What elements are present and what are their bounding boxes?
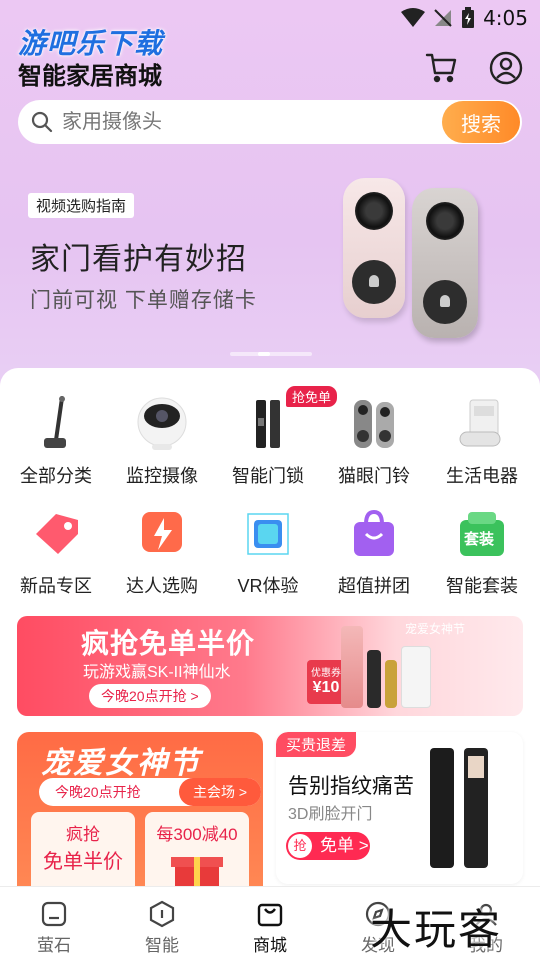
- category-label: 猫眼门铃: [338, 466, 410, 486]
- banner-title: 家门看护有妙招: [30, 243, 247, 276]
- category-label: 智能门锁: [232, 466, 304, 486]
- category-label: 达人选购: [126, 576, 198, 596]
- coupon-value: ¥10: [312, 679, 340, 696]
- vacuum-icon: [26, 394, 86, 454]
- shop-bag-icon: [257, 903, 283, 927]
- grab-badge: 抢: [288, 834, 312, 858]
- category-cameras[interactable]: 监控摄像: [110, 394, 214, 488]
- cart-icon: [425, 53, 457, 83]
- face-unlock-card[interactable]: 买贵退差 告别指纹痛苦 3D刷脸开门 抢 免单 >: [276, 732, 523, 884]
- banner-tag: 视频选购指南: [28, 193, 135, 218]
- cart-button[interactable]: [424, 50, 458, 84]
- search-icon: [31, 111, 53, 133]
- face-unlock-subtitle: 3D刷脸开门: [288, 806, 373, 823]
- goddess-festival-title: 宠爱女神节: [41, 747, 201, 780]
- category-appliances[interactable]: 生活电器: [430, 394, 534, 488]
- vr-cube-icon: [238, 504, 298, 564]
- package-icon: 套装: [452, 504, 512, 564]
- category-label: 生活电器: [446, 466, 518, 486]
- product-image: [401, 646, 431, 708]
- gift-icon: [171, 857, 223, 889]
- battery-icon: [462, 7, 475, 28]
- search-button[interactable]: 搜索: [442, 101, 520, 143]
- coupon-label: 优惠券: [311, 668, 341, 679]
- product-image: [385, 660, 397, 708]
- search-bar: 搜索: [18, 100, 522, 144]
- no-signal-icon: [434, 9, 452, 27]
- category-label: 全部分类: [20, 466, 92, 486]
- home-icon: [41, 901, 67, 927]
- nav-home[interactable]: 萤石: [0, 887, 108, 960]
- product-image: [367, 650, 381, 708]
- category-label: VR体验: [237, 576, 299, 596]
- promo-banner[interactable]: 疯抢免单半价 玩游戏赢SK-II神仙水 今晚20点开抢 > 宠爱女神节 优惠券 …: [17, 616, 523, 716]
- doorbell-image: [343, 178, 405, 318]
- category-bundles[interactable]: 套装 智能套装: [430, 504, 534, 598]
- mini-card-line1: 疯抢: [66, 825, 100, 844]
- promo-title: 疯抢免单半价: [81, 628, 256, 659]
- tag-icon: [26, 504, 86, 564]
- product-image: [341, 626, 363, 708]
- lightning-icon: [132, 504, 192, 564]
- nav-label: 萤石: [37, 936, 71, 955]
- smart-icon: [149, 900, 175, 928]
- free-order-label: 免单 >: [320, 836, 369, 855]
- category-label: 智能套装: [446, 576, 518, 596]
- nav-label: 商城: [253, 936, 287, 955]
- price-guarantee-tag: 买贵退差: [276, 732, 357, 757]
- profile-button[interactable]: [488, 50, 524, 86]
- wifi-icon: [401, 8, 426, 27]
- page-title: 智能家居商城: [18, 63, 162, 90]
- promo-subtitle: 玩游戏赢SK-II神仙水: [83, 664, 231, 681]
- category-all[interactable]: 全部分类: [4, 394, 108, 488]
- category-smart-lock[interactable]: 智能门锁: [216, 394, 320, 488]
- coupon-badge: 优惠券 ¥10: [307, 660, 345, 704]
- search-input[interactable]: [62, 106, 422, 138]
- appliance-icon: [452, 394, 512, 454]
- free-order-button[interactable]: 抢 免单 >: [286, 832, 370, 860]
- festival-time: 今晚20点开抢: [55, 784, 141, 800]
- nav-label: 智能: [145, 936, 179, 955]
- smart-lock-image: [430, 748, 454, 868]
- festival-pill: 今晚20点开抢 主会场 >: [39, 778, 261, 806]
- status-time: 4:05: [483, 6, 528, 30]
- mini-card-line1: 每300减40: [156, 825, 238, 844]
- category-new[interactable]: 新品专区: [4, 504, 108, 598]
- category-expert-picks[interactable]: 达人选购: [110, 504, 214, 598]
- category-vr[interactable]: VR体验: [216, 504, 320, 598]
- doorbell-image: [412, 188, 478, 338]
- smart-lock-image: [464, 748, 488, 868]
- mini-card-line2: 免单半价: [43, 851, 123, 873]
- category-label: 超值拼团: [338, 576, 410, 596]
- category-label: 监控摄像: [126, 466, 198, 486]
- user-circle-icon: [489, 51, 523, 85]
- face-unlock-title: 告别指纹痛苦: [288, 775, 414, 798]
- banner-subtitle: 门前可视 下单赠存储卡: [30, 289, 257, 312]
- nav-shop[interactable]: 商城: [216, 887, 324, 960]
- category-group-buy[interactable]: 超值拼团: [322, 504, 426, 598]
- bundle-icon-text: 套装: [464, 531, 495, 548]
- promo-corner-label: 宠爱女神节: [405, 622, 466, 636]
- bag-icon: [344, 504, 404, 564]
- doorbell-icon: [344, 394, 404, 454]
- goddess-festival-card[interactable]: 宠爱女神节 今晚20点开抢 主会场 > 疯抢 免单半价 每300减40: [17, 732, 263, 902]
- corner-watermark: 大玩客: [370, 905, 503, 954]
- main-venue-button[interactable]: 主会场 >: [179, 778, 261, 806]
- nav-smart[interactable]: 智能: [108, 887, 216, 960]
- category-label: 新品专区: [20, 576, 92, 596]
- carousel-indicator: [230, 352, 312, 356]
- category-doorbell[interactable]: 猫眼门铃: [322, 394, 426, 488]
- camera-icon: [132, 394, 192, 454]
- promo-button[interactable]: 今晚20点开抢 >: [89, 684, 211, 708]
